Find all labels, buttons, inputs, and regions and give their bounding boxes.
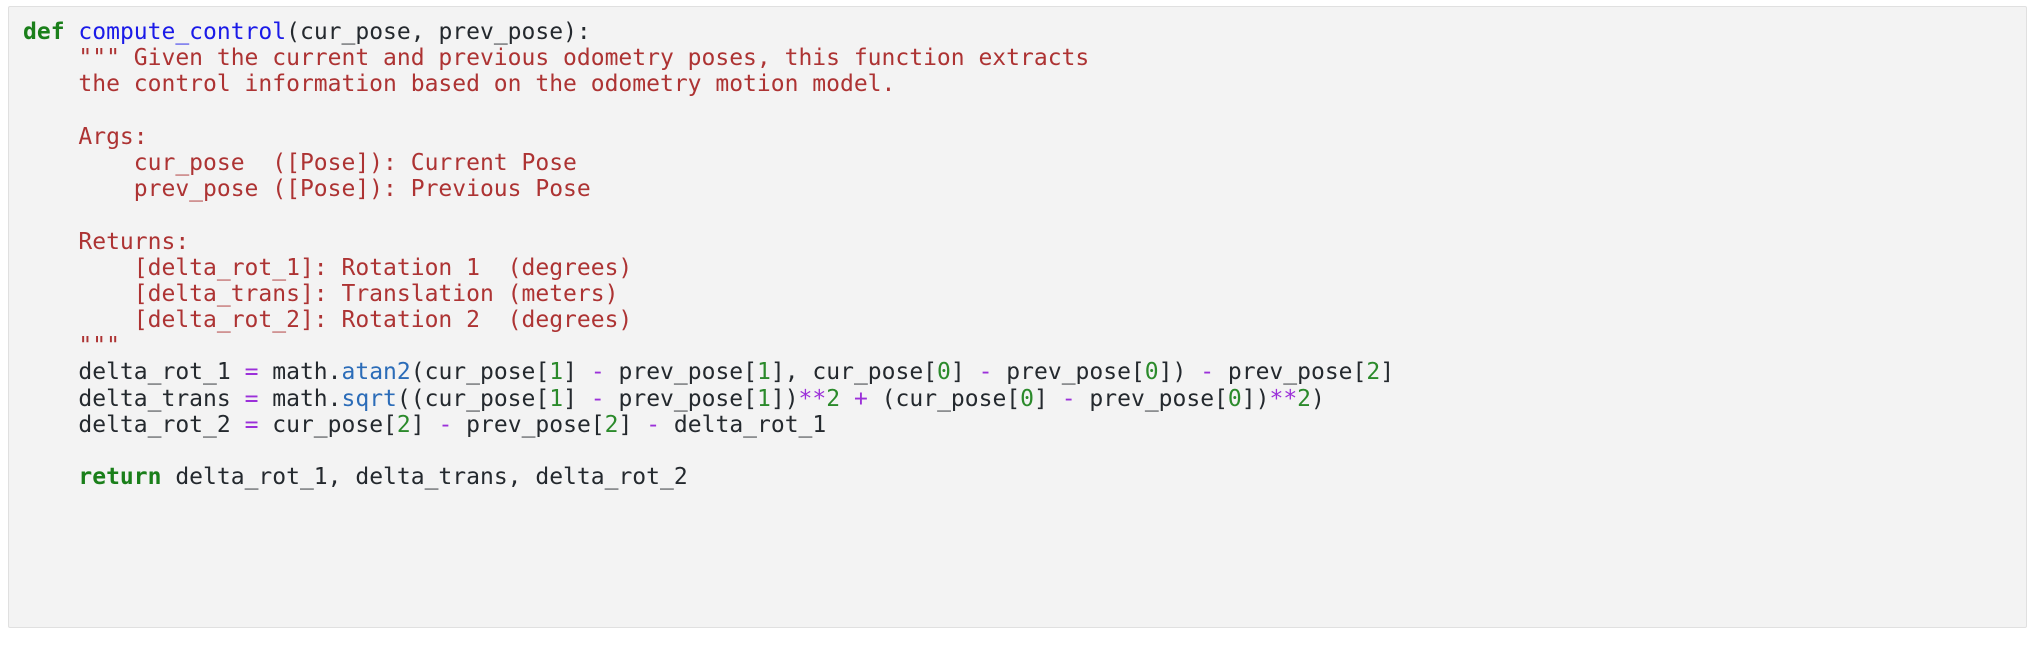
code-token-number: 1 [549, 359, 564, 386]
code-line: Args: [9, 124, 2026, 150]
code-line: cur_pose ([Pose]): Current Pose [9, 150, 2026, 176]
code-token-number: 0 [1227, 385, 1242, 412]
code-token-operator: = [244, 411, 259, 438]
code-line: [delta_rot_2]: Rotation 2 (degrees) [9, 307, 2026, 333]
code-line: [delta_trans]: Translation (meters) [9, 281, 2026, 307]
code-token-number: 1 [757, 359, 771, 386]
code-token-keyword: return [78, 464, 162, 491]
code-line: """ [9, 333, 2026, 359]
code-token-text: prev_pose[ [992, 359, 1145, 386]
code-token-string: prev_pose ([Pose]): Previous Pose [23, 176, 591, 203]
code-token-string: cur_pose ([Pose]): Current Pose [23, 149, 577, 176]
code-token-number: 0 [937, 359, 951, 386]
code-token-text: prev_pose[ [604, 385, 757, 412]
code-token-operator: = [244, 385, 259, 412]
code-token-string: [delta_rot_2]: Rotation 2 (degrees) [23, 307, 633, 334]
code-token-string: """ Given the current and previous odome… [23, 45, 1090, 72]
code-token-number: 2 [604, 411, 619, 438]
code-token-builtin: atan2 [341, 359, 411, 386]
code-token-operator: - [1200, 359, 1215, 386]
code-token-text: ]) [770, 385, 799, 412]
code-line: Returns: [9, 229, 2026, 255]
code-token-text: delta_rot_1 [23, 359, 245, 386]
code-token-text: ] [410, 411, 439, 438]
code-line: def compute_control(cur_pose, prev_pose)… [9, 19, 2026, 45]
code-token-text: prev_pose[ [452, 411, 605, 438]
code-token-operator: - [1061, 385, 1076, 412]
code-token-text: (cur_pose[ [410, 359, 550, 386]
code-token-text: (cur_pose, prev_pose): [286, 19, 591, 45]
code-token-text: cur_pose[ [258, 411, 397, 438]
code-token-number: 1 [756, 385, 771, 412]
code-token-number: 1 [549, 385, 564, 412]
code-content[interactable]: def compute_control(cur_pose, prev_pose)… [9, 7, 2026, 500]
code-token-operator: - [590, 385, 605, 412]
code-token-operator: ** [1269, 385, 1298, 412]
code-token-text: math. [258, 359, 342, 386]
code-token-operator: + [853, 385, 868, 412]
code-token-operator: - [978, 359, 993, 386]
code-token-number: 0 [1144, 359, 1159, 386]
code-token-text: ] [618, 411, 647, 438]
code-token-text: (cur_pose[ [867, 385, 1021, 412]
code-token-text: ]) [1241, 385, 1270, 412]
code-token-operator: ** [798, 385, 827, 412]
code-token-text: ] [950, 359, 979, 386]
code-token-text: ] [563, 359, 591, 386]
code-token-text: ((cur_pose[ [396, 385, 550, 412]
code-line: delta_trans = math.sqrt((cur_pose[1] - p… [9, 386, 2026, 412]
code-token-operator: = [244, 359, 259, 386]
code-token-function_name: compute_control [78, 19, 287, 45]
code-token-text: delta_rot_2 [23, 411, 245, 438]
code-token-string: [delta_trans]: Translation (meters) [23, 280, 619, 307]
code-token-number: 2 [826, 385, 841, 412]
code-token-number: 2 [1366, 359, 1381, 386]
code-line: delta_rot_1 = math.atan2(cur_pose[1] - p… [9, 359, 2026, 385]
code-token-builtin: sqrt [341, 385, 397, 412]
code-token-text: prev_pose[ [1075, 385, 1228, 412]
code-line: """ Given the current and previous odome… [9, 45, 2026, 71]
code-line: prev_pose ([Pose]): Previous Pose [9, 176, 2026, 202]
code-token-text: ] [1380, 359, 1395, 386]
code-token-string: Returns: [23, 228, 190, 255]
code-token-number: 0 [1020, 385, 1035, 412]
code-token-operator: - [438, 411, 453, 438]
code-token-string: """ [23, 333, 120, 360]
code-token-text: ], cur_pose[ [770, 359, 938, 386]
code-token-number: 2 [1297, 385, 1312, 412]
code-token-string: [delta_rot_1]: Rotation 1 (degrees) [23, 254, 633, 281]
code-token-text: ]) [1158, 359, 1201, 386]
code-line: the control information based on the odo… [9, 71, 2026, 97]
code-token-text: delta_rot_1, delta_trans, delta_rot_2 [161, 464, 688, 491]
code-token-operator: - [590, 359, 605, 386]
code-token-text: ] [563, 385, 591, 412]
code-token-number: 2 [396, 411, 411, 438]
code-token-keyword: def [23, 19, 65, 45]
code-block[interactable]: def compute_control(cur_pose, prev_pose)… [8, 6, 2027, 628]
code-token-text: delta_trans [23, 385, 245, 412]
code-token-text: ) [1311, 385, 1325, 412]
code-token-operator: - [646, 411, 661, 438]
code-line: return delta_rot_1, delta_trans, delta_r… [9, 464, 2026, 490]
code-token-text: prev_pose[ [604, 359, 757, 386]
code-token-text: delta_rot_1 [660, 411, 827, 438]
code-token-text: ] [1034, 385, 1062, 412]
code-token-text: math. [258, 385, 342, 412]
code-token-text: prev_pose[ [1214, 359, 1367, 386]
code-token-string: the control information based on the odo… [23, 71, 896, 98]
code-line: delta_rot_2 = cur_pose[2] - prev_pose[2]… [9, 412, 2026, 438]
code-token-string: Args: [23, 123, 148, 150]
code-line: [delta_rot_1]: Rotation 1 (degrees) [9, 255, 2026, 281]
